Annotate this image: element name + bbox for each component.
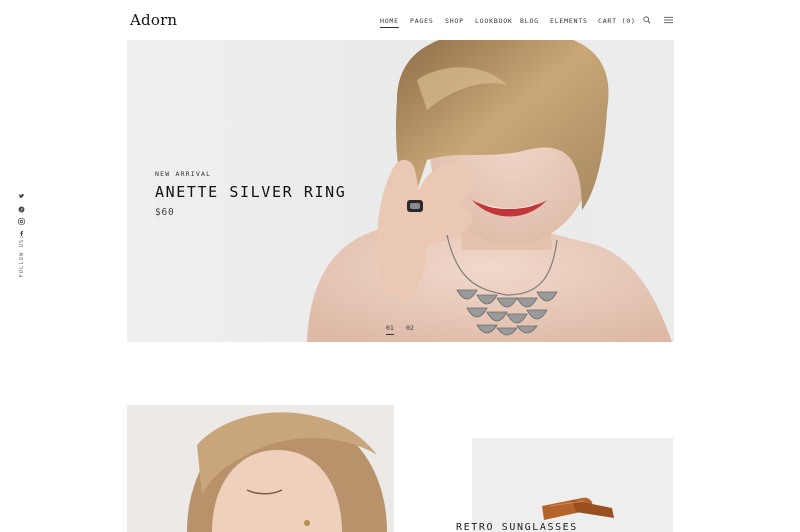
nav-item-pages[interactable]: PAGES (410, 17, 434, 25)
social-sidebar: FOLLOW US: (16, 190, 28, 285)
featured-card-right[interactable] (472, 438, 673, 532)
sunglasses-image (542, 497, 614, 520)
search-icon[interactable] (643, 16, 651, 24)
pinterest-icon[interactable] (18, 206, 25, 213)
hamburger-menu-icon[interactable] (664, 16, 673, 24)
nav-item-shop[interactable]: SHOP (445, 17, 464, 25)
hero-price: $60 (155, 207, 175, 218)
follow-us-label: FOLLOW US: (19, 234, 25, 278)
nav-item-lookbook[interactable]: LOOKBOOK (475, 17, 513, 25)
nav-item-elements[interactable]: ELEMENTS (550, 17, 588, 25)
nav-item-home[interactable]: HOME (380, 17, 399, 28)
nav-item-cart[interactable]: CART (0) (598, 17, 636, 25)
nav-item-blog[interactable]: BLOG (520, 17, 539, 25)
slide-indicator-1[interactable]: 01 (386, 324, 394, 335)
featured-card-left[interactable] (127, 405, 394, 532)
hero-title[interactable]: ANETTE SILVER RING (155, 183, 346, 201)
model-portrait-image (187, 412, 387, 532)
instagram-icon[interactable] (18, 218, 25, 225)
hero-eyebrow: NEW ARRIVAL (155, 170, 212, 178)
featured-product-label[interactable]: RETRO SUNGLASSES (456, 522, 578, 532)
hero-slider: NEW ARRIVAL ANETTE SILVER RING $60 01 02 (127, 40, 674, 342)
site-logo[interactable]: Adorn (130, 11, 177, 29)
slide-indicator-2[interactable]: 02 (406, 324, 414, 332)
twitter-icon[interactable] (18, 193, 25, 200)
slider-pagination: 01 02 (386, 324, 426, 336)
